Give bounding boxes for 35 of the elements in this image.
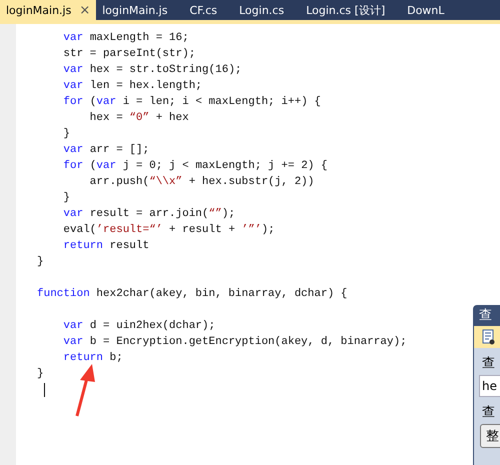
code-line: str = parseInt(str); [62,47,196,62]
code-line: } [62,127,72,142]
code-line: var hex = str.toString(16); [62,63,243,78]
code-line: var arr = []; [62,143,150,158]
file-tab[interactable]: CF.cs [184,0,234,20]
panel-title: 查 [474,306,500,326]
close-icon[interactable]: × [79,2,90,18]
text-cursor [44,383,45,397]
code-line: return b; [62,351,124,366]
code-line: } [62,191,72,206]
code-line: eval(’result=“’ + result + ’”’); [62,223,276,238]
find-document-icon[interactable] [482,329,496,345]
code-line: } [37,367,45,382]
code-line: for (var j = 0; j < maxLength; j += 2) { [62,159,328,174]
annotation-arrow [76,364,95,416]
field-label: 查 [481,404,496,421]
code-line: function hex2char(akey, bin, binarray, dchar) { [37,287,348,302]
field-label: 查 [481,355,496,372]
code-line: var d = uin2hex(dchar); [62,319,216,334]
find-input-field[interactable]: he [479,375,500,397]
code-line: for (var i = len; i < maxLength; i++) { [62,95,322,110]
code-line: return result [62,239,150,254]
code-line: var maxLength = 16; [62,31,190,46]
code-line: arr.push(“\\x” + hex.substr(j, 2)) [88,175,316,190]
code-line: hex = “0” + hex [88,111,190,126]
code-line: } [37,255,45,270]
file-tab[interactable]: loginMain.js [96,0,184,20]
file-tab[interactable]: DownL [401,0,460,20]
code-line: var result = arr.join(“”); [62,207,236,222]
code-line: var b = Encryption.getEncryption(akey, d, binarray); [62,335,407,350]
file-tab[interactable]: Login.cs [设计] [300,0,402,20]
option-button[interactable]: 整 [480,424,500,448]
file-tab[interactable]: loginMain.js × [0,0,96,20]
code-line: var len = hex.length; [62,79,204,94]
file-tab[interactable]: Login.cs [233,0,300,20]
